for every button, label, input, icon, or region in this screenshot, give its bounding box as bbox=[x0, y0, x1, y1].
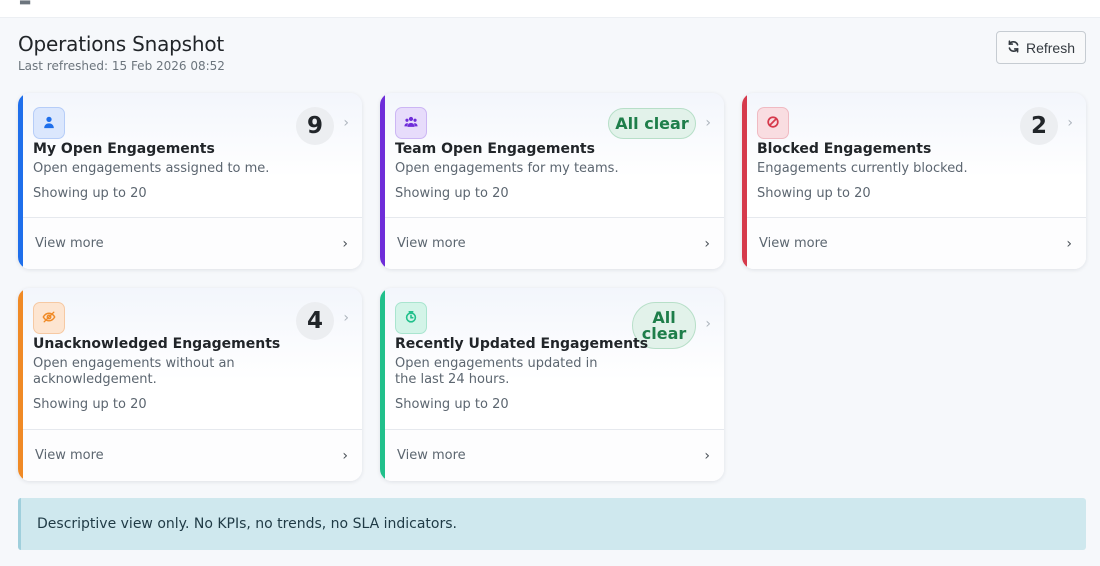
card-icon-box bbox=[395, 107, 427, 139]
view-more-link[interactable]: View more › bbox=[747, 217, 1086, 269]
chevron-right-icon: › bbox=[704, 447, 710, 464]
card-recently-updated-engagements[interactable]: All clear › Recently Updated Engagements… bbox=[380, 288, 724, 481]
chevron-right-icon[interactable]: › bbox=[343, 115, 349, 131]
card-title: Team Open Engagements bbox=[395, 141, 595, 157]
view-more-link[interactable]: View more › bbox=[385, 429, 724, 481]
card-description: Engagements currently blocked. bbox=[757, 161, 968, 176]
chevron-right-icon: › bbox=[1066, 235, 1072, 252]
card-unacknowledged-engagements[interactable]: 4 › Unacknowledged Engagements Open enga… bbox=[18, 288, 362, 481]
refresh-label: Refresh bbox=[1025, 39, 1075, 56]
card-description: Open engagements updated in the last 24 … bbox=[395, 356, 598, 387]
card-description: Open engagements for my teams. bbox=[395, 161, 619, 176]
last-refreshed-text: Last refreshed: 15 Feb 2026 08:52 bbox=[18, 59, 225, 73]
card-limit-text: Showing up to 20 bbox=[33, 186, 147, 201]
chevron-right-icon: › bbox=[342, 447, 348, 464]
card-title: Recently Updated Engagements bbox=[395, 336, 649, 352]
card-icon-box bbox=[757, 107, 789, 139]
view-more-label: View more bbox=[35, 448, 104, 463]
card-icon-box bbox=[395, 302, 427, 334]
view-more-label: View more bbox=[397, 236, 466, 251]
info-notice-text: Descriptive view only. No KPIs, no trend… bbox=[37, 516, 457, 532]
card-description: Open engagements assigned to me. bbox=[33, 161, 270, 176]
card-limit-text: Showing up to 20 bbox=[33, 397, 147, 412]
card-blocked-engagements[interactable]: 2 › Blocked Engagements Engagements curr… bbox=[742, 93, 1086, 269]
view-more-link[interactable]: View more › bbox=[23, 429, 362, 481]
card-limit-text: Showing up to 20 bbox=[395, 186, 509, 201]
card-title: Blocked Engagements bbox=[757, 141, 932, 157]
card-icon-box bbox=[33, 302, 65, 334]
refresh-button[interactable]: Refresh bbox=[995, 31, 1086, 64]
user-icon bbox=[42, 114, 56, 133]
page-title: Operations Snapshot bbox=[18, 32, 225, 56]
card-my-open-engagements[interactable]: 9 › My Open Engagements Open engagements… bbox=[18, 93, 362, 269]
card-title: Unacknowledged Engagements bbox=[33, 336, 281, 352]
clock-icon bbox=[404, 309, 418, 328]
refresh-icon bbox=[1007, 39, 1020, 56]
card-title: My Open Engagements bbox=[33, 141, 215, 157]
card-limit-text: Showing up to 20 bbox=[395, 397, 509, 412]
chevron-right-icon[interactable]: › bbox=[1067, 115, 1073, 131]
chevron-right-icon: › bbox=[342, 235, 348, 252]
top-bar: ▂ bbox=[0, 0, 1100, 18]
count-badge: 2 bbox=[1020, 107, 1058, 145]
page-header: Operations Snapshot Last refreshed: 15 F… bbox=[18, 32, 225, 73]
chevron-right-icon: › bbox=[704, 235, 710, 252]
all-clear-badge: All clear bbox=[608, 108, 696, 139]
card-icon-box bbox=[33, 107, 65, 139]
ban-icon bbox=[766, 114, 780, 133]
view-more-link[interactable]: View more › bbox=[385, 217, 724, 269]
card-description: Open engagements without an acknowledgem… bbox=[33, 356, 235, 387]
view-more-label: View more bbox=[759, 236, 828, 251]
view-more-link[interactable]: View more › bbox=[23, 217, 362, 269]
info-notice: Descriptive view only. No KPIs, no trend… bbox=[18, 498, 1086, 550]
users-icon bbox=[404, 114, 418, 133]
chevron-right-icon[interactable]: › bbox=[343, 310, 349, 326]
top-bar-fragment: ▂ bbox=[20, 0, 30, 5]
card-limit-text: Showing up to 20 bbox=[757, 186, 871, 201]
card-team-open-engagements[interactable]: All clear › Team Open Engagements Open e… bbox=[380, 93, 724, 269]
chevron-right-icon[interactable]: › bbox=[705, 316, 711, 332]
eye-slash-icon bbox=[42, 309, 56, 328]
view-more-label: View more bbox=[35, 236, 104, 251]
chevron-right-icon[interactable]: › bbox=[705, 115, 711, 131]
count-badge: 9 bbox=[296, 107, 334, 145]
count-badge: 4 bbox=[296, 302, 334, 340]
view-more-label: View more bbox=[397, 448, 466, 463]
